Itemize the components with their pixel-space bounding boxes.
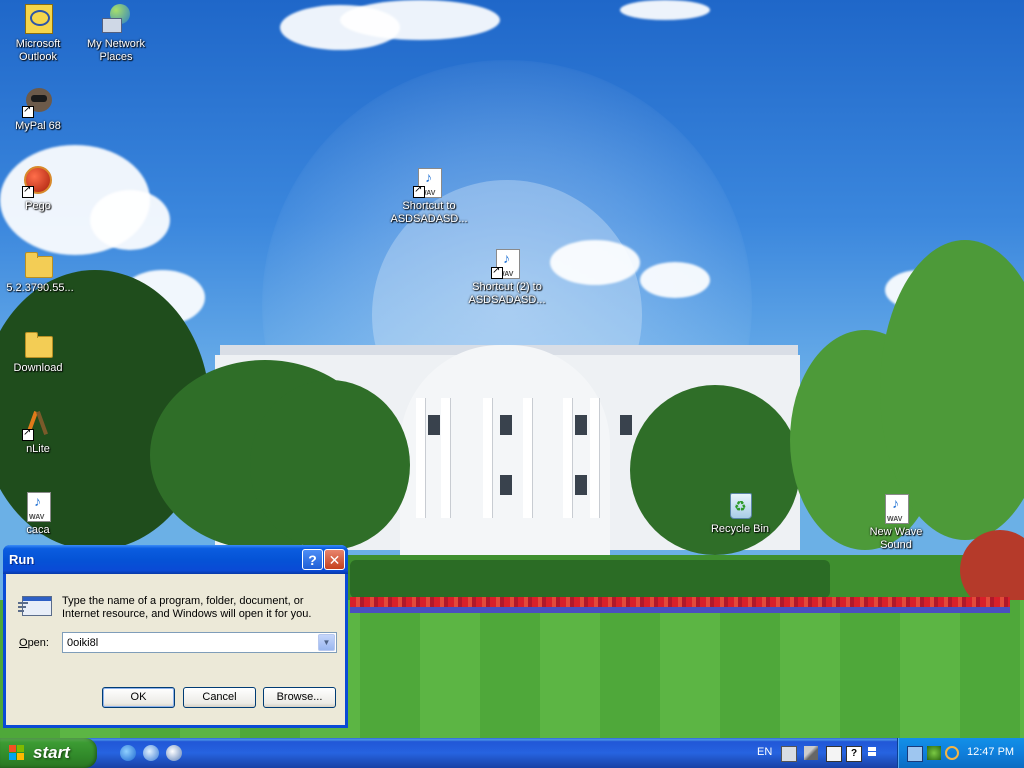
wallpaper-flowers: [350, 597, 1010, 607]
desktop-icon-label: New Wave Sound: [869, 526, 923, 551]
house-window: [620, 415, 632, 435]
desktop-icon-label: Download: [13, 362, 63, 374]
browse-button[interactable]: Browse...: [263, 687, 336, 708]
desktop-icon-new-wave-sound[interactable]: New Wave Sound: [858, 492, 934, 552]
wallpaper-cloud: [90, 190, 170, 250]
start-button[interactable]: start: [0, 738, 97, 768]
run-dialog-titlebar[interactable]: Run ? ✕: [3, 545, 348, 574]
help-button[interactable]: ?: [302, 549, 323, 570]
network-places-icon: [100, 4, 132, 36]
tools-icon[interactable]: [804, 746, 818, 760]
search-icon[interactable]: [945, 746, 959, 760]
wallpaper-tree: [250, 380, 410, 550]
wav-file-icon: [22, 490, 54, 522]
desktop-icon-microsoft-outlook[interactable]: Microsoft Outlook: [0, 4, 76, 64]
folder-icon: [22, 248, 54, 280]
media-player-icon[interactable]: [166, 745, 182, 761]
desktop-icon-label: Recycle Bin: [710, 523, 770, 535]
desktop-icon-pego[interactable]: Pego: [0, 166, 76, 213]
portico-column: [416, 398, 425, 518]
mypal-icon: [22, 86, 54, 118]
close-icon: ✕: [328, 552, 341, 568]
run-dialog-description: Type the name of a program, folder, docu…: [62, 595, 312, 620]
desktop-icon-label: Microsoft Outlook: [15, 38, 61, 63]
open-label-accelerator: O: [19, 637, 28, 649]
desktop-icon-shortcut-2-asdsadasd[interactable]: Shortcut (2) to ASDSADASD...: [468, 247, 546, 307]
portico-column: [441, 398, 450, 518]
open-input[interactable]: [67, 635, 307, 650]
desktop-icon-label: nLite: [26, 443, 50, 455]
house-window: [428, 415, 440, 435]
open-field-label: Open:: [19, 637, 49, 649]
house-window: [500, 475, 512, 495]
start-label: start: [33, 743, 70, 762]
desktop-icon-label: Shortcut (2) to ASDSADASD...: [468, 281, 546, 306]
nlite-icon: [22, 409, 54, 441]
taskbar: start EN ? 12:47 PM: [0, 738, 1024, 768]
ok-button[interactable]: OK: [102, 687, 175, 708]
house-window: [575, 415, 587, 435]
house-window: [575, 475, 587, 495]
desktop-icon-nlite[interactable]: nLite: [0, 409, 76, 456]
close-button[interactable]: ✕: [324, 549, 345, 570]
cancel-button[interactable]: Cancel: [183, 687, 256, 708]
recycle-bin-icon: ♻: [724, 489, 756, 521]
internet-explorer-icon[interactable]: [120, 745, 136, 761]
portico-column: [483, 398, 492, 518]
wav-shortcut-icon: [413, 166, 445, 198]
run-program-icon: [18, 594, 52, 618]
run-dialog-title: Run: [9, 552, 35, 567]
outlook-express-icon[interactable]: [143, 745, 159, 761]
portico-column: [590, 398, 599, 518]
wallpaper-cloud: [640, 262, 710, 298]
desktop-icon-caca[interactable]: caca: [0, 490, 76, 537]
wallpaper-cloud: [340, 0, 500, 40]
portico-column: [563, 398, 572, 518]
desktop-icon-download[interactable]: Download: [0, 328, 76, 375]
outlook-icon: [22, 4, 54, 36]
wav-file-icon: [880, 492, 912, 524]
windows-logo-icon: [9, 745, 25, 761]
desktop-icon-mypal-68[interactable]: MyPal 68: [0, 86, 76, 133]
language-indicator[interactable]: EN: [757, 746, 772, 758]
pego-icon: [22, 166, 54, 198]
run-dialog: Run ? ✕ Type the name of a program, fold…: [3, 545, 348, 728]
network-icon[interactable]: [826, 746, 842, 762]
keyboard-icon[interactable]: [781, 746, 797, 762]
desktop-icon-shortcut-asdsadasd[interactable]: Shortcut to ASDSADASD...: [390, 166, 468, 226]
desktop-icon-label: Pego: [25, 200, 51, 212]
desktop-icon-label: MyPal 68: [15, 120, 61, 132]
desktop-icon-recycle-bin[interactable]: ♻ Recycle Bin: [702, 489, 778, 536]
chevron-down-icon[interactable]: ▼: [318, 634, 335, 651]
system-tray: 12:47 PM: [897, 738, 1024, 768]
network-connection-icon[interactable]: [907, 746, 923, 762]
open-combobox[interactable]: ▼: [62, 632, 337, 653]
wallpaper-flowers: [350, 607, 1010, 613]
portico-column: [523, 398, 532, 518]
desktop-icon-label: My Network Places: [86, 38, 146, 63]
help-icon[interactable]: ?: [846, 746, 862, 762]
desktop-icon-label: 5.2.3790.55...: [6, 282, 74, 294]
desktop-icon-label: Shortcut to ASDSADASD...: [390, 200, 468, 225]
folder-icon: [22, 328, 54, 360]
wallpaper-cloud: [620, 0, 710, 20]
desktop-icon-folder-5-2-3790[interactable]: 5.2.3790.55...: [0, 248, 76, 295]
white-house-portico: [400, 345, 610, 555]
desktop-icon-my-network-places[interactable]: My Network Places: [78, 4, 154, 64]
security-icon[interactable]: [927, 746, 941, 760]
open-label-text: pen:: [27, 637, 49, 649]
safely-remove-icon[interactable]: [868, 746, 878, 760]
wallpaper-hedge: [350, 560, 830, 598]
wallpaper-cloud: [550, 240, 640, 285]
clock[interactable]: 12:47 PM: [967, 746, 1014, 758]
help-icon: ?: [308, 552, 317, 568]
wav-shortcut-icon: [491, 247, 523, 279]
desktop-icon-label: caca: [26, 524, 50, 536]
house-window: [500, 415, 512, 435]
